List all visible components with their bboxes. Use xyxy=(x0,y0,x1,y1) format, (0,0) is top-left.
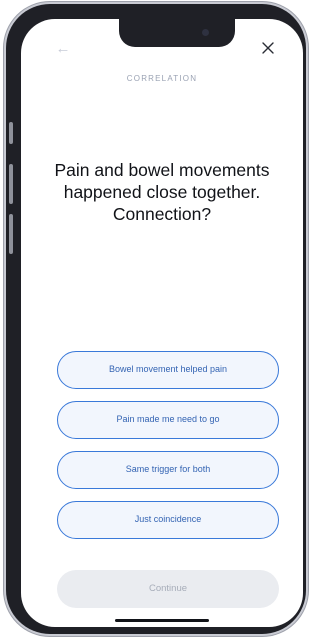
option-button-coincidence[interactable]: Just coincidence xyxy=(57,501,279,539)
camera-icon xyxy=(202,29,209,36)
option-button-need-to-go[interactable]: Pain made me need to go xyxy=(57,401,279,439)
arrow-left-icon: ← xyxy=(55,40,71,57)
silent-switch xyxy=(9,122,13,144)
page: ← CORRELATION Pain and bowel movements h… xyxy=(0,0,314,638)
volume-up-button xyxy=(9,164,13,204)
continue-button[interactable]: Continue xyxy=(57,570,279,608)
home-indicator xyxy=(115,619,209,622)
close-icon xyxy=(262,42,274,54)
notch xyxy=(119,19,235,47)
volume-down-button xyxy=(9,214,13,254)
phone-frame: ← CORRELATION Pain and bowel movements h… xyxy=(6,4,306,634)
section-eyebrow: CORRELATION xyxy=(126,74,198,83)
back-button[interactable]: ← xyxy=(53,39,73,59)
app-screen: ← CORRELATION Pain and bowel movements h… xyxy=(21,19,303,627)
close-button[interactable] xyxy=(257,37,279,59)
question-title: Pain and bowel movements happened close … xyxy=(54,160,270,224)
option-button-same-trigger[interactable]: Same trigger for both xyxy=(57,451,279,489)
option-button-helped-pain[interactable]: Bowel movement helped pain xyxy=(57,351,279,389)
answer-options: Bowel movement helped pain Pain made me … xyxy=(57,351,279,551)
